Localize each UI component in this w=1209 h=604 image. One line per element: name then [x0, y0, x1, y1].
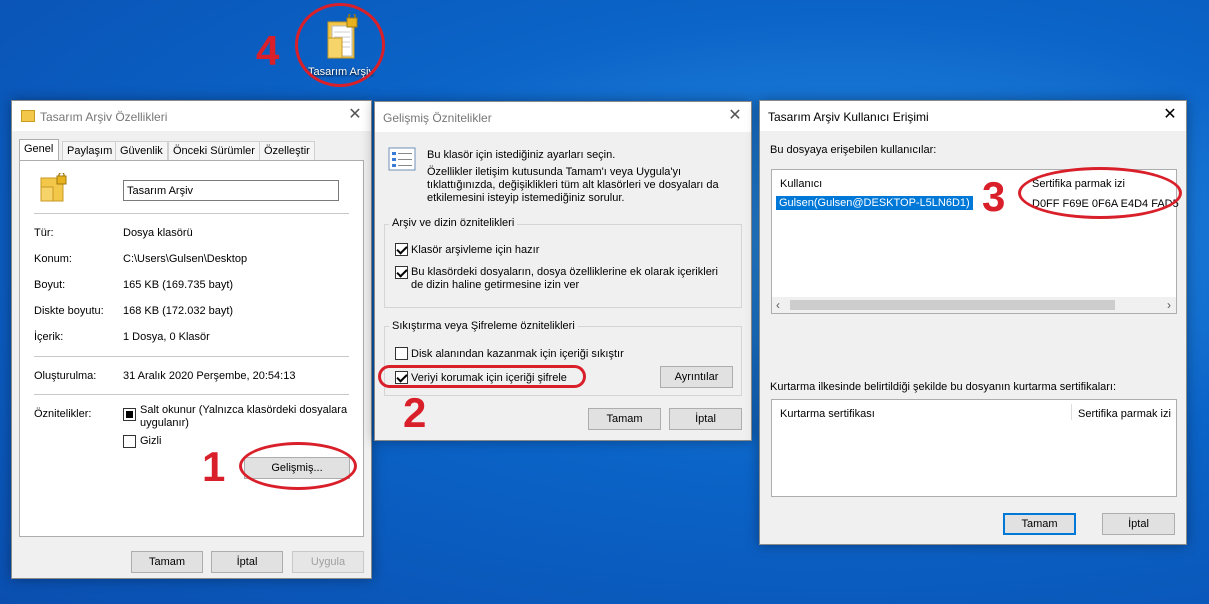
cancel-button[interactable]: İptal: [211, 551, 283, 573]
recovery-label: Kurtarma ilkesinde belirtildiği şekilde …: [770, 381, 1117, 393]
compress-group-title: Sıkıştırma veya Şifreleme öznitelikleri: [389, 320, 578, 332]
user-column-header[interactable]: Kullanıcı: [780, 178, 822, 190]
recovery-thumbprint-column-header[interactable]: Sertifika parmak izi: [1078, 408, 1171, 420]
title-bar: Tasarım Arşiv Özellikleri ✕: [12, 101, 371, 131]
scrollbar-thumb[interactable]: [790, 300, 1115, 310]
type-label: Tür:: [34, 227, 54, 239]
window-title: Tasarım Arşiv Kullanıcı Erişimi: [768, 110, 929, 124]
tab-general[interactable]: Genel: [19, 139, 59, 161]
cancel-button[interactable]: İptal: [669, 408, 742, 430]
created-label: Oluşturulma:: [34, 370, 97, 382]
divider: [34, 356, 349, 357]
divider: [34, 213, 349, 214]
index-checkbox[interactable]: [395, 266, 408, 279]
column-divider: [1071, 404, 1072, 420]
compress-label: Disk alanından kazanmak için içeriği sık…: [411, 348, 624, 360]
size-label: Boyut:: [34, 279, 66, 291]
size-on-disk-label: Diskte boyutu:: [34, 305, 104, 317]
archive-ready-label: Klasör arşivleme için hazır: [411, 244, 540, 256]
divider: [34, 394, 349, 395]
annotation-ellipse-3: [1018, 167, 1182, 219]
compress-checkbox[interactable]: [395, 347, 408, 360]
ok-button[interactable]: Tamam: [1003, 513, 1076, 535]
contains-value: 1 Dosya, 0 Klasör: [123, 331, 210, 343]
small-folder-icon: [21, 110, 35, 122]
tab-sharing[interactable]: Paylaşım: [62, 141, 118, 160]
created-value: 31 Aralık 2020 Perşembe, 20:54:13: [123, 370, 296, 382]
size-on-disk-value: 168 KB (172.032 bayt): [123, 305, 234, 317]
ok-button[interactable]: Tamam: [131, 551, 203, 573]
archive-ready-checkbox[interactable]: [395, 243, 408, 256]
close-icon[interactable]: ✕: [347, 106, 363, 124]
recovery-list[interactable]: Kurtarma sertifikası Sertifika parmak iz…: [771, 399, 1177, 497]
hidden-checkbox[interactable]: [123, 435, 136, 448]
folder-icon: [40, 171, 68, 203]
close-icon[interactable]: ✕: [727, 107, 743, 125]
ok-button[interactable]: Tamam: [588, 408, 661, 430]
annotation-number-2: 2: [403, 389, 427, 436]
attributes-label: Öznitelikler:: [34, 408, 92, 420]
apply-button[interactable]: Uygula: [292, 551, 364, 573]
recovery-column-header[interactable]: Kurtarma sertifikası: [780, 408, 875, 420]
folder-name-input[interactable]: [123, 180, 339, 201]
tab-strip: Genel Paylaşım Güvenlik Önceki Sürümler …: [19, 139, 364, 161]
settings-list-icon: [388, 147, 416, 171]
annotation-ellipse-4: [295, 3, 385, 87]
advanced-attributes-window: Gelişmiş Öznitelikler ✕ Bu klasör için i…: [374, 101, 752, 441]
tab-previous-versions[interactable]: Önceki Sürümler: [168, 141, 260, 160]
users-label: Bu dosyaya erişebilen kullanıcılar:: [770, 144, 937, 156]
tab-security[interactable]: Güvenlik: [115, 141, 168, 160]
intro-text-1: Bu klasör için istediğiniz ayarları seçi…: [427, 149, 616, 161]
hidden-label: Gizli: [140, 435, 162, 447]
contains-label: İçerik:: [34, 331, 64, 343]
index-label: Bu klasördeki dosyaların, dosya özellikl…: [411, 266, 718, 291]
annotation-number-3: 3: [982, 173, 1006, 220]
cancel-button[interactable]: İptal: [1102, 513, 1175, 535]
annotation-number-4: 4: [256, 27, 280, 74]
details-button[interactable]: Ayrıntılar: [660, 366, 733, 388]
annotation-ellipse-2: [378, 365, 586, 388]
archive-group-title: Arşiv ve dizin öznitelikleri: [389, 217, 518, 229]
folder-properties-window: Tasarım Arşiv Özellikleri ✕ Genel Paylaş…: [11, 100, 372, 579]
user-access-window: Tasarım Arşiv Kullanıcı Erişimi ✕ Bu dos…: [759, 100, 1187, 545]
annotation-ellipse-1: [239, 442, 357, 490]
scroll-left-icon[interactable]: ‹: [776, 297, 780, 313]
close-icon[interactable]: ✕: [1162, 106, 1178, 124]
intro-text-2: Özellikler iletişim kutusunda Tamam'ı ve…: [427, 166, 719, 204]
readonly-label: Salt okunur (Yalnızca klasördeki dosyala…: [140, 404, 348, 429]
annotation-number-1: 1: [202, 443, 226, 490]
type-value: Dosya klasörü: [123, 227, 193, 239]
title-bar: Gelişmiş Öznitelikler ✕: [375, 102, 751, 132]
size-value: 165 KB (169.735 bayt): [123, 279, 234, 291]
location-label: Konum:: [34, 253, 72, 265]
tab-customize[interactable]: Özelleştir: [259, 141, 315, 160]
horizontal-scrollbar[interactable]: ‹ ›: [772, 297, 1176, 313]
location-value: C:\Users\Gulsen\Desktop: [123, 253, 248, 265]
title-bar: Tasarım Arşiv Kullanıcı Erişimi ✕: [760, 101, 1186, 131]
window-title: Gelişmiş Öznitelikler: [383, 111, 492, 125]
readonly-checkbox[interactable]: [123, 408, 136, 421]
user-row-selected[interactable]: Gulsen(Gulsen@DESKTOP-L5LN6D1): [776, 196, 973, 210]
scroll-right-icon[interactable]: ›: [1167, 297, 1171, 313]
window-title: Tasarım Arşiv Özellikleri: [40, 110, 168, 124]
